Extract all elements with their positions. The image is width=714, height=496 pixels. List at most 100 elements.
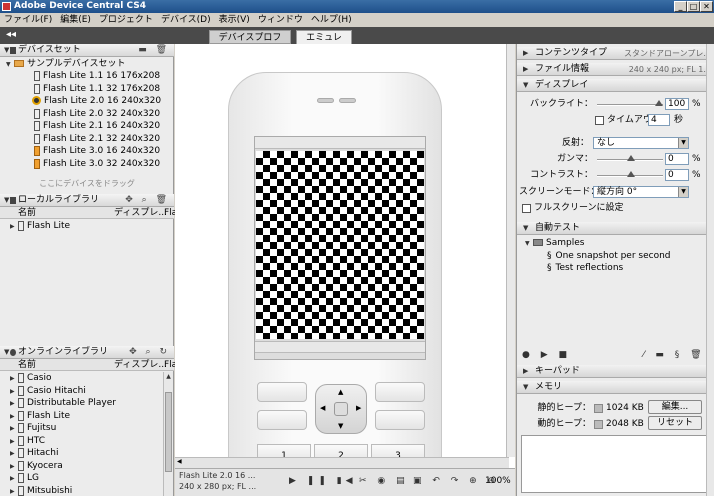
expand-arrow-icon[interactable]: ▶ [10, 373, 18, 385]
dpad-up-icon[interactable]: ▲ [338, 388, 343, 396]
menu-project[interactable]: プロジェクト [95, 13, 157, 27]
col-display[interactable]: ディスプレ... [114, 359, 167, 371]
gamma-slider[interactable] [597, 155, 663, 161]
local-library-header[interactable]: ▼ ローカルライブラリ ✥ ⌕ 🗑 [0, 194, 174, 207]
menu-window[interactable]: ウィンドウ [254, 13, 307, 27]
dpad-center[interactable] [334, 402, 348, 416]
scroll-up-icon[interactable]: ▲ [164, 372, 173, 381]
device-sets-header[interactable]: ▼ デバイスセット ▬ 🗑 [0, 44, 174, 57]
device-item[interactable]: Flash Lite 3.0 16 240x320 [0, 145, 174, 157]
screen-mode-select[interactable]: 縦方向 0° ▼ [593, 186, 689, 198]
folder-trash-icons[interactable]: ▬ 🗑 [138, 44, 170, 57]
auto-test-header[interactable]: ▼ 自動テスト [517, 222, 714, 235]
device-item[interactable]: Flash Lite 2.0 16 240x320 [0, 95, 174, 107]
tab-emulator[interactable]: エミュレータ [296, 30, 352, 57]
left-soft-key[interactable] [257, 382, 307, 402]
backlight-input[interactable]: 100 [665, 98, 689, 110]
library-item[interactable]: ▶ Casio Hitachi [0, 385, 174, 397]
library-item[interactable]: ▶ Fujitsu [0, 422, 174, 434]
col-name[interactable]: 名前 [18, 359, 36, 371]
keypad-header[interactable]: ▶ キーパッド [517, 365, 714, 378]
fullscreen-checkbox[interactable] [522, 204, 531, 213]
slider-thumb[interactable] [627, 155, 635, 161]
right-end-key[interactable] [375, 410, 425, 430]
device-item[interactable]: Flash Lite 3.0 32 240x320 [0, 158, 174, 170]
library-item[interactable]: ▶ HTC [0, 435, 174, 447]
online-library-header[interactable]: ▼ オンラインライブラリ ✥ ⌕ ↻ [0, 346, 174, 359]
maximize-button[interactable]: □ [687, 1, 700, 12]
expand-arrow-icon[interactable]: ▶ [10, 448, 18, 460]
test-tools-icons[interactable]: ⁄ ▬ § 🗑 [643, 350, 706, 360]
slider-thumb[interactable] [627, 171, 635, 177]
dpad-left-icon[interactable]: ◀ [320, 404, 325, 412]
close-button[interactable]: ✕ [700, 1, 713, 12]
library-item[interactable]: ▶ Flash Lite [0, 220, 174, 232]
gamma-input[interactable]: 0 [665, 153, 689, 165]
library-item[interactable]: ▶ LG [0, 472, 174, 484]
library-item[interactable]: ▶ Casio [0, 372, 174, 384]
device-set-root[interactable]: ▼ サンプルデバイスセット [0, 58, 174, 70]
test-item[interactable]: § One snapshot per second [517, 250, 707, 262]
expand-arrow-icon[interactable]: ▶ [523, 47, 528, 60]
timeout-checkbox[interactable] [595, 116, 604, 125]
right-panel-scrollbar[interactable] [706, 44, 714, 496]
collapse-arrow-icon[interactable]: ▼ [4, 194, 9, 207]
expand-arrow-icon[interactable]: ▶ [523, 63, 528, 76]
left-call-key[interactable] [257, 410, 307, 430]
library-item[interactable]: ▶ Flash Lite [0, 410, 174, 422]
backlight-slider[interactable] [597, 100, 663, 106]
device-item[interactable]: Flash Lite 1.1 32 176x208 [0, 83, 174, 95]
edit-button[interactable]: 編集... [648, 400, 702, 414]
device-item[interactable]: Flash Lite 2.1 16 240x320 [0, 120, 174, 132]
collapse-arrow-icon[interactable]: ▼ [4, 44, 9, 57]
library-item[interactable]: ▶ Hitachi [0, 447, 174, 459]
dpad-down-icon[interactable]: ▼ [338, 422, 343, 430]
emulator-vscrollbar[interactable] [506, 44, 515, 457]
content-type-header[interactable]: ▶ コンテンツタイプ スタンドアローンプレ... [517, 47, 714, 60]
device-item[interactable]: Flash Lite 2.0 32 240x320 [0, 108, 174, 120]
test-folder[interactable]: ▼ Samples [517, 237, 707, 249]
phone-screen[interactable] [254, 136, 426, 360]
dpad[interactable]: ▲ ◀ ▶ ▼ [315, 384, 367, 434]
collapse-arrow-icon[interactable]: ▼ [523, 79, 528, 92]
collapse-panels-icon[interactable]: ◂◂ [6, 29, 16, 41]
library-item[interactable]: ▶ Mitsubishi [0, 485, 174, 496]
online-library-scrollbar[interactable]: ▲ [163, 372, 173, 496]
library-item[interactable]: ▶ Distributable Player [0, 397, 174, 409]
menu-file[interactable]: ファイル(F) [0, 13, 56, 27]
emulator-hscrollbar[interactable]: ◀ [175, 457, 509, 468]
collapse-arrow-icon[interactable]: ▼ [523, 381, 528, 394]
library-item[interactable]: ▶ Kyocera [0, 460, 174, 472]
scroll-left-icon[interactable]: ◀ [177, 458, 182, 465]
expand-arrow-icon[interactable]: ▶ [10, 423, 18, 435]
expand-arrow-icon[interactable]: ▶ [10, 398, 18, 410]
test-item[interactable]: § Test reflections [517, 262, 707, 274]
tab-device-profile[interactable]: デバイスプロファイル [209, 30, 291, 57]
file-info-header[interactable]: ▶ ファイル情報 240 x 240 px; FL 1... [517, 63, 714, 76]
menu-view[interactable]: 表示(V) [215, 13, 254, 27]
contrast-slider[interactable] [597, 171, 663, 177]
expand-arrow-icon[interactable]: ▶ [10, 473, 18, 485]
menu-device[interactable]: デバイス(D) [157, 13, 215, 27]
expand-arrow-icon[interactable]: ▶ [523, 365, 528, 378]
col-display[interactable]: ディスプレ... [114, 207, 167, 219]
collapse-arrow-icon[interactable]: ▼ [523, 222, 528, 235]
device-item[interactable]: Flash Lite 1.1 16 176x208 [0, 70, 174, 82]
online-library-tools-icons[interactable]: ✥ ⌕ ↻ [129, 346, 170, 359]
slider-thumb[interactable] [655, 100, 663, 106]
scroll-thumb[interactable] [165, 392, 172, 472]
playback-controls-icons[interactable]: ▶ ❚❚ ▮◀ [289, 476, 357, 486]
memory-header[interactable]: ▼ メモリ [517, 381, 714, 394]
dropdown-arrow-icon[interactable]: ▼ [678, 187, 688, 197]
minimize-button[interactable]: _ [674, 1, 687, 12]
device-item[interactable]: Flash Lite 2.1 32 240x320 [0, 133, 174, 145]
expand-arrow-icon[interactable]: ▶ [10, 486, 18, 496]
expand-arrow-icon[interactable]: ▼ [525, 238, 533, 250]
reflection-select[interactable]: なし ▼ [593, 137, 689, 149]
dropdown-arrow-icon[interactable]: ▼ [678, 138, 688, 148]
zoom-level[interactable]: 100% [485, 476, 511, 486]
menu-help[interactable]: ヘルプ(H) [307, 13, 356, 27]
contrast-input[interactable]: 0 [665, 169, 689, 181]
right-soft-key[interactable] [375, 382, 425, 402]
menu-edit[interactable]: 編集(E) [56, 13, 95, 27]
